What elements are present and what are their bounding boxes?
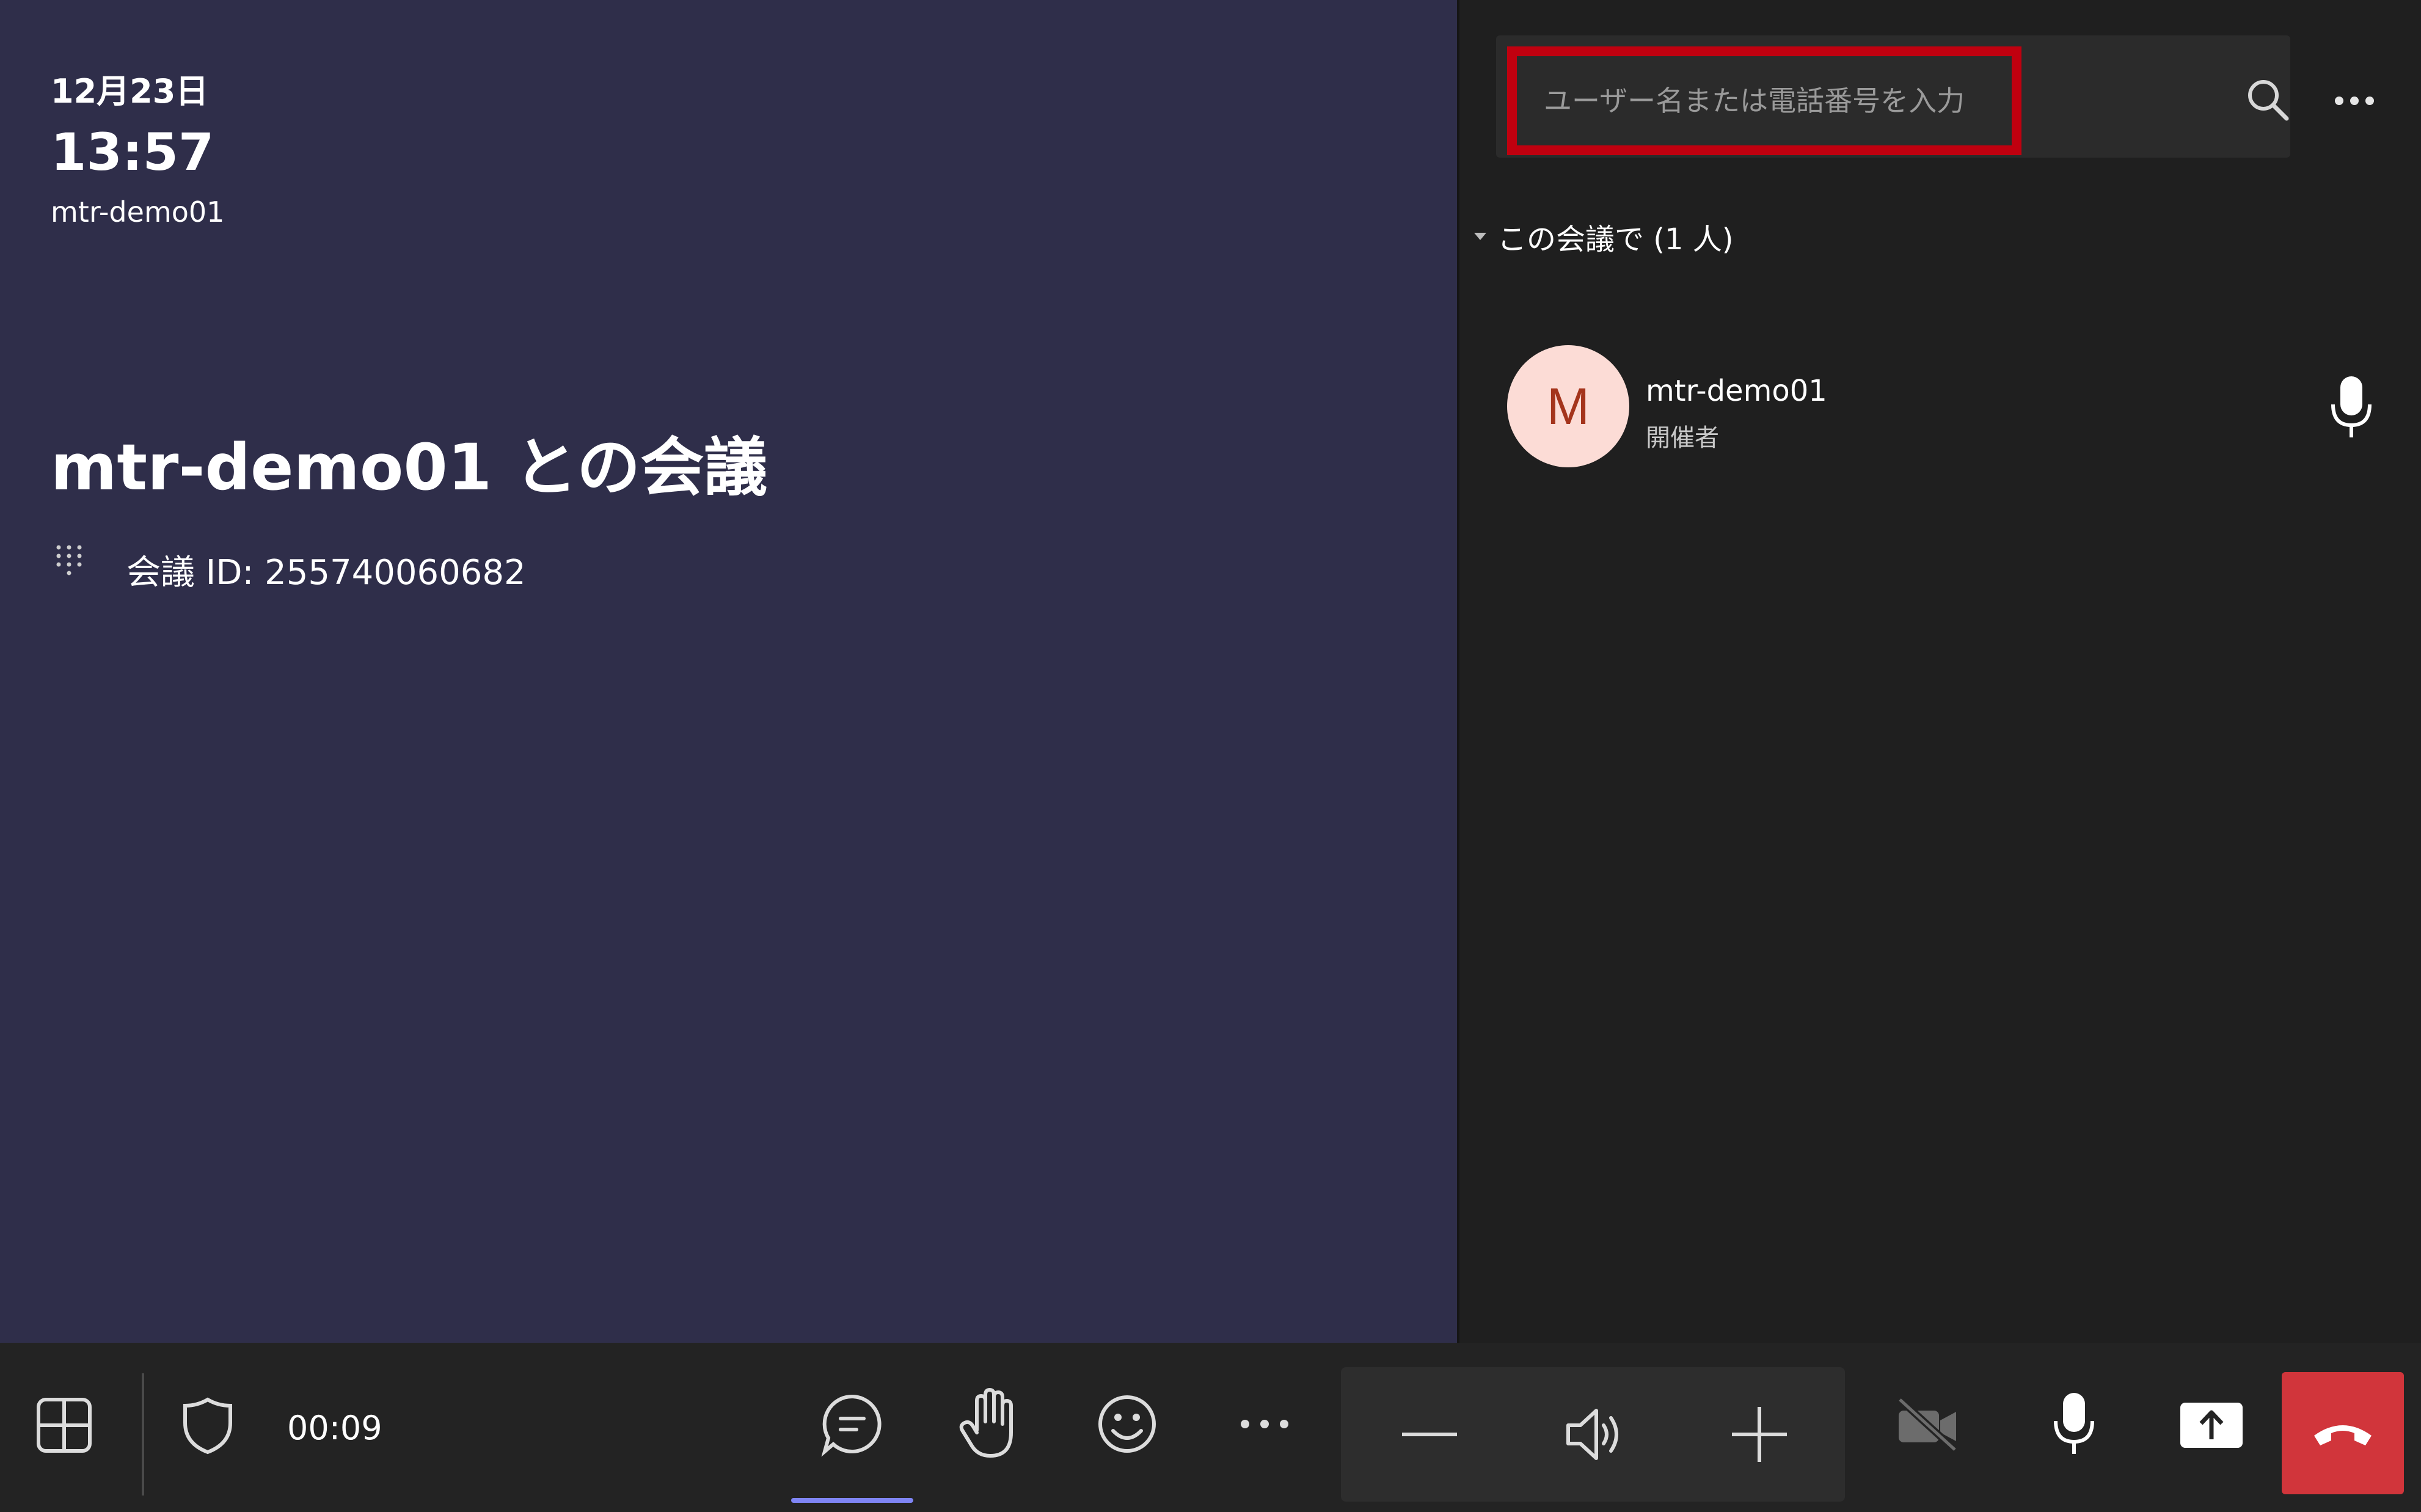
- dialpad-icon: [56, 545, 82, 575]
- chat-button[interactable]: [812, 1384, 892, 1464]
- share-button[interactable]: [2172, 1384, 2251, 1464]
- toolbar-more-button[interactable]: [1228, 1384, 1301, 1464]
- reactions-button[interactable]: [1087, 1384, 1167, 1464]
- microphone-icon: [2054, 1393, 2094, 1454]
- participants-section-header[interactable]: この会議で (1 人): [1473, 215, 1734, 258]
- meeting-id: 会議 ID: 255740060682: [126, 553, 526, 593]
- meeting-title: mtr-demo01 との会議: [51, 430, 768, 505]
- plus-icon: [1732, 1407, 1787, 1462]
- chat-icon: [821, 1394, 882, 1457]
- volume-down-button[interactable]: [1390, 1395, 1469, 1474]
- device-name: mtr-demo01: [51, 195, 225, 228]
- speaker-icon: [1566, 1409, 1618, 1460]
- hangup-icon: [2314, 1425, 2372, 1445]
- call-toolbar: 00:09: [0, 1343, 2421, 1512]
- caret-down-icon: [1474, 233, 1486, 240]
- section-header-label: この会議で (1 人): [1497, 222, 1734, 257]
- hangup-button[interactable]: [2282, 1372, 2404, 1494]
- more-options-icon[interactable]: [2327, 73, 2382, 128]
- layout-button[interactable]: [24, 1386, 104, 1465]
- shield-icon: [183, 1397, 232, 1455]
- minus-icon: [1402, 1433, 1457, 1436]
- volume-controls: [1341, 1367, 1845, 1502]
- people-search-input[interactable]: [1507, 46, 2021, 155]
- layout-icon: [37, 1398, 92, 1453]
- participant-role: 開催者: [1646, 424, 1719, 452]
- raise-hand-icon: [959, 1388, 1013, 1458]
- microphone-icon: [2331, 376, 2372, 437]
- more-icon: [1241, 1420, 1288, 1428]
- toolbar-divider: [142, 1373, 144, 1496]
- active-tab-indicator: [791, 1498, 913, 1503]
- microphone-button[interactable]: [2034, 1384, 2114, 1464]
- volume-up-button[interactable]: [1720, 1395, 1799, 1474]
- smiley-icon: [1098, 1395, 1156, 1453]
- camera-toggle-button[interactable]: [1888, 1384, 1967, 1464]
- participant-name: mtr-demo01: [1646, 374, 1827, 408]
- meeting-time: 13:57: [51, 122, 214, 182]
- share-icon: [2180, 1403, 2243, 1448]
- raise-hand-button[interactable]: [950, 1384, 1029, 1464]
- volume-indicator: [1555, 1395, 1634, 1474]
- meeting-stage: 12月23日 13:57 mtr-demo01 mtr-demo01 との会議 …: [0, 0, 1457, 1343]
- camera-off-icon: [1897, 1397, 1958, 1453]
- shield-button[interactable]: [174, 1392, 241, 1459]
- people-search-box: [1496, 35, 2290, 158]
- call-timer: 00:09: [287, 1409, 382, 1447]
- people-panel: この会議で (1 人) M mtr-demo01 開催者: [1457, 0, 2421, 1343]
- avatar: M: [1507, 345, 1629, 467]
- search-icon[interactable]: [2241, 73, 2296, 128]
- meeting-date: 12月23日: [51, 72, 209, 111]
